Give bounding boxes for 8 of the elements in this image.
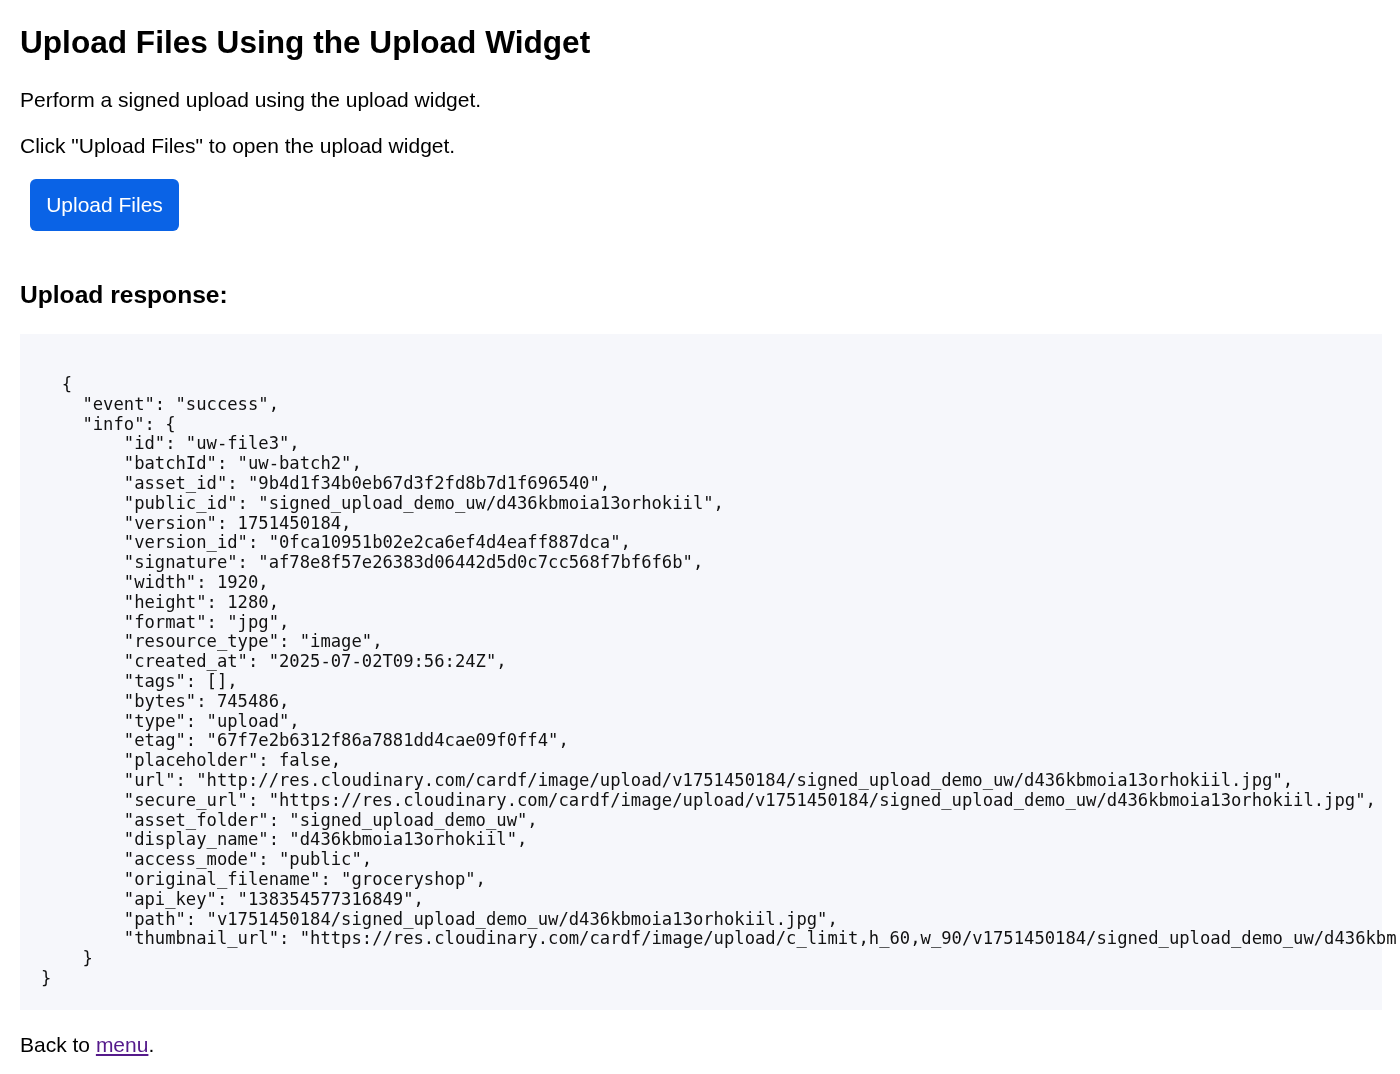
section-heading: Upload response:: [20, 281, 228, 309]
back-to-menu-text: Back to menu.: [20, 1032, 155, 1057]
paragraph-text: Click "Upload Files" to open the upload widget.: [20, 134, 456, 158]
upload-files-button[interactable]: Upload Files: [30, 179, 179, 231]
paragraph-text: Perform a signed upload using the upload widget.: [20, 88, 482, 112]
page-title: Upload Files Using the Upload Widget: [20, 24, 591, 60]
json-response-text: { "event": "success", "info": { "id": "uw-file3", "batchId": "uw-batch2", "asset_id": "9b4d1f34b0eb67d3f2fd8b7d1f696540", "public_id": "signed_upload_demo_uw/d436kbmoia13orhokiil", "version": 1751450184, "version_id": "0fca10951b02e2ca6ef4d4eaff887dca", "signature": "af78e8f57e26383d06442d5d0c7cc568f7bf6f6b", "width": 1920, "height": 1280, "format": "jpg", "resource_type": "image", "created_at": "2025-07-02T09:56:24Z", "tags": [], "bytes": 745486, "type": "upload", "etag": "67f7e2b6312f86a7881dd4cae09f0ff4", "placeholder": false, "url": "http://res.cloudinary.com/cardf/image/upload/v1751450184/signed_upload_demo_uw/d436kbmoia13orhokiil.jpg", "secure_url": "https://res.cloudinary.com/cardf/image/upload/v1751450184/signed_upload_demo_uw/d436kbmoia13orhokiil.jpg", "asset_folder": "signed_upload_demo_uw", "display_name": "d436kbmoia13orhokiil", "access_mode": "public", "original_filename": "groceryshop", "api_key": "138354577316849", "path": "v1751450184/signed_upload_demo_uw/d436kbmoia13orhokiil.jpg", "thumbnail_url": "https://res.cloudinary.com/cardf/image/upload/c_limit,h_60,w_90/v1751450184/signed_upload_demo_uw/d436kbm } }: [41, 375, 1397, 989]
menu-link[interactable]: menu: [95, 1032, 149, 1056]
